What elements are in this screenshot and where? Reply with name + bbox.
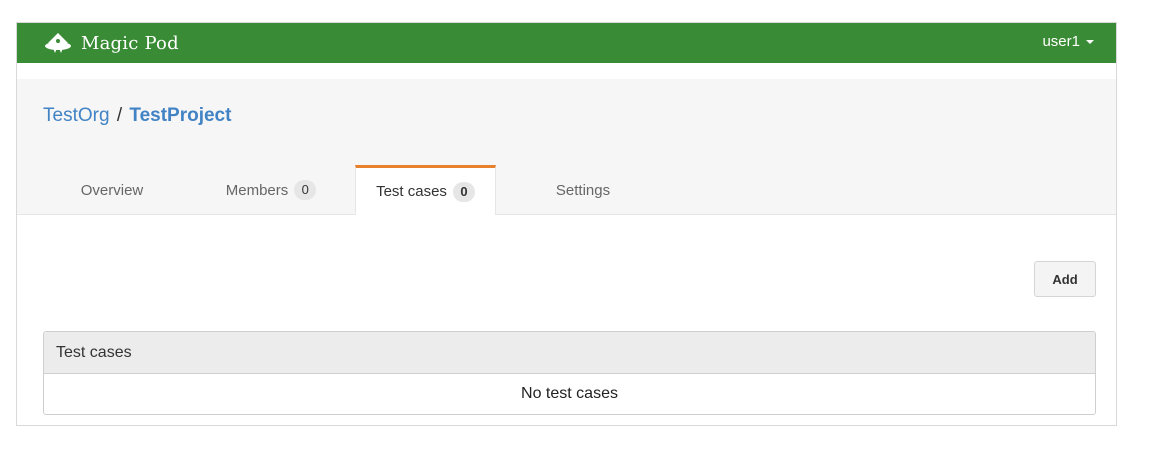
test-cases-count-badge: 0: [452, 181, 475, 202]
test-cases-panel: Test cases No test cases: [43, 331, 1096, 415]
tab-overview[interactable]: Overview: [53, 165, 171, 215]
tab-test-cases-label: Test cases: [376, 183, 447, 200]
app-window: Magic Pod user1 TestOrg / TestProject Ov…: [16, 22, 1117, 426]
empty-state-message: No test cases: [521, 385, 618, 402]
brand[interactable]: Magic Pod: [43, 31, 179, 55]
panel-heading: Test cases: [44, 332, 1095, 374]
members-count-badge: 0: [294, 180, 317, 200]
project-header: TestOrg / TestProject Overview Members 0…: [17, 79, 1116, 215]
user-name: user1: [1042, 33, 1080, 50]
tab-settings[interactable]: Settings: [527, 165, 639, 215]
brand-name: Magic Pod: [81, 32, 179, 54]
breadcrumb-org-link[interactable]: TestOrg: [43, 105, 110, 126]
user-menu[interactable]: user1: [1042, 33, 1094, 50]
tab-settings-label: Settings: [555, 181, 611, 199]
tab-overview-label: Overview: [80, 181, 144, 199]
breadcrumb: TestOrg / TestProject: [43, 105, 231, 127]
tab-members-label: Members: [225, 181, 289, 199]
tab-test-cases[interactable]: Test cases 0: [355, 165, 496, 215]
top-navbar: Magic Pod user1: [17, 23, 1116, 63]
chevron-down-icon: [1086, 39, 1094, 44]
project-tabs: Overview Members 0 Test cases 0 Settings: [17, 165, 1116, 215]
add-test-case-button[interactable]: Add: [1034, 261, 1096, 297]
magic-pod-logo-icon: [45, 33, 71, 53]
tab-members[interactable]: Members 0: [203, 165, 339, 215]
breadcrumb-project-link[interactable]: TestProject: [129, 105, 231, 126]
breadcrumb-separator: /: [116, 105, 123, 126]
